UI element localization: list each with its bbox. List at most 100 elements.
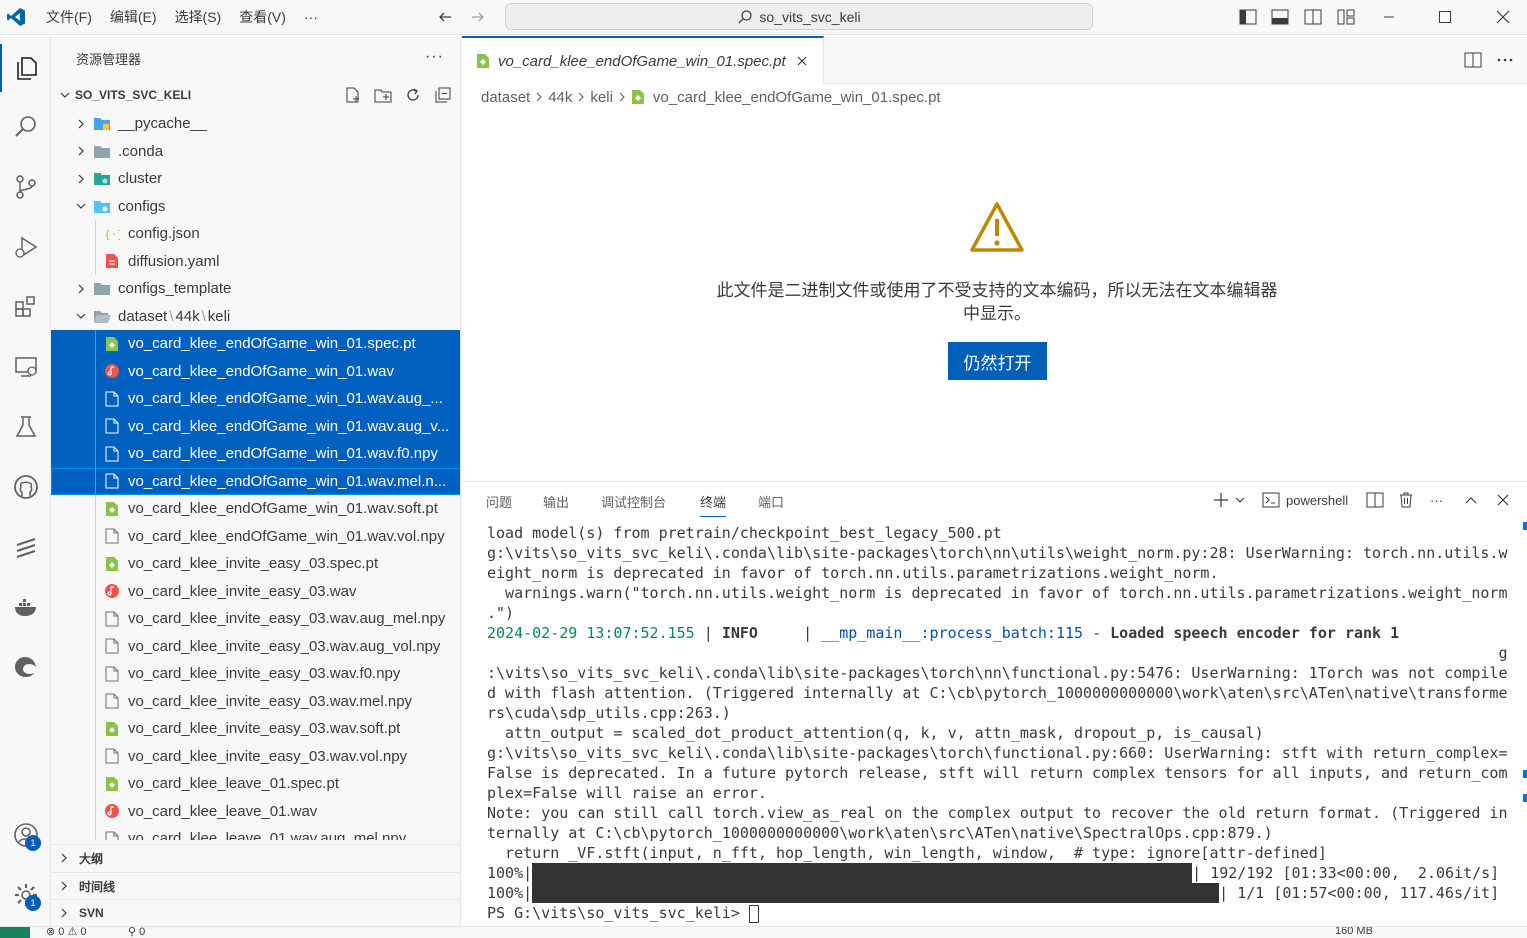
tab-output[interactable]: 输出 [543,492,569,511]
tree-file-row[interactable]: vo_card_klee_endOfGame_win_01.wav [51,357,460,385]
tree-file-row[interactable]: vo_card_klee_endOfGame_win_01.wav.vol.np… [51,522,460,550]
terminal-line: Note: you can still call torch.view_as_r… [487,804,1508,822]
toggle-panel-icon[interactable] [1270,7,1290,27]
github-icon[interactable] [0,463,51,511]
terminal-scrollbar[interactable] [1521,522,1527,922]
compact-folder-segment[interactable]: 44k [175,308,199,325]
new-file-icon[interactable] [343,85,363,105]
docker-icon[interactable] [0,583,51,631]
tree-file-row[interactable]: vo_card_klee_leave_01.wav [51,797,460,825]
tree-file-row[interactable]: vo_card_klee_endOfGame_win_01.wav.aug_v.… [51,412,460,440]
tree-file-row[interactable]: vo_card_klee_endOfGame_win_01.wav.aug_..… [51,385,460,413]
terminal-shell-selector[interactable]: powershell [1262,490,1348,510]
tree-file-row[interactable]: {·} config.json [51,220,460,248]
run-debug-icon[interactable] [0,223,51,271]
maximize-icon[interactable] [1422,0,1468,33]
yaml-icon [103,252,121,270]
breadcrumb-item[interactable]: vo_card_klee_endOfGame_win_01.spec.pt [653,89,941,106]
generic-file-icon [103,445,121,463]
tree-folder-row[interactable]: dataset \ 44k \ keli [51,303,460,331]
tree-file-row[interactable]: vo_card_klee_invite_easy_03.wav.mel.npy [51,687,460,715]
log-separator: | [694,624,722,642]
minimize-icon[interactable] [1366,0,1412,33]
split-editor-icon[interactable] [1463,50,1483,70]
tab-terminal[interactable]: 终端 [700,492,727,517]
tree-folder-row[interactable]: configs_template [51,275,460,303]
tab-debug-console[interactable]: 调试控制台 [601,492,666,511]
forward-arrow-icon[interactable] [467,6,489,28]
tree-file-row[interactable]: vo_card_klee_leave_01.wav.aug_mel.npy [51,825,460,840]
toggle-secondary-sidebar-icon[interactable] [1303,7,1323,27]
trash-icon[interactable] [1398,490,1414,510]
tree-file-row[interactable]: vo_card_klee_endOfGame_win_01.wav.mel.n.… [51,467,460,495]
sourcegraph-icon[interactable] [0,523,51,571]
tree-file-row[interactable]: vo_card_klee_endOfGame_win_01.spec.pt [51,330,460,358]
extensions-icon[interactable] [0,283,51,331]
errors-count[interactable]: ⊗ 0 ⚠ 0 [46,927,87,938]
menu-more[interactable]: ··· [302,5,320,29]
back-arrow-icon[interactable] [434,6,456,28]
maximize-panel-icon[interactable] [1464,490,1478,510]
terminal-output[interactable]: load model(s) from pretrain/checkpoint_b… [487,523,1512,923]
menu-file[interactable]: 文件(F) [44,3,94,31]
tree-file-row[interactable]: vo_card_klee_leave_01.spec.pt [51,770,460,798]
refresh-icon[interactable] [403,85,423,105]
indent-guide [95,742,96,770]
panel-more-icon[interactable]: ··· [1430,490,1443,510]
close-tab-icon[interactable] [796,55,808,67]
tree-folder-row[interactable]: .conda [51,138,460,166]
accounts-icon[interactable]: 1 [0,811,51,859]
settings-gear-icon[interactable]: 1 [0,871,51,919]
tree-file-row[interactable]: vo_card_klee_invite_easy_03.wav.vol.npy [51,742,460,770]
new-folder-icon[interactable] [373,85,393,105]
close-panel-icon[interactable] [1497,490,1509,510]
tree-file-row[interactable]: vo_card_klee_invite_easy_03.wav.aug_vol.… [51,632,460,660]
tree-file-row[interactable]: vo_card_klee_invite_easy_03.spec.pt [51,550,460,578]
tree-folder-row[interactable]: configs [51,193,460,221]
outline-section[interactable]: 大纲 [51,844,460,871]
compact-folder-segment[interactable]: keli [208,308,231,325]
explorer-icon[interactable] [0,44,51,92]
svn-section[interactable]: SVN [51,899,460,926]
remote-indicator-icon[interactable] [0,927,30,938]
tree-folder-row[interactable]: cluster [51,165,460,193]
open-anyway-button[interactable]: 仍然打开 [948,342,1047,380]
source-control-icon[interactable] [0,163,51,211]
tree-file-row[interactable]: vo_card_klee_invite_easy_03.wav [51,577,460,605]
workspace-folder-header[interactable]: SO_VITS_SVC_KELI [51,83,460,107]
command-center-search[interactable]: so_vits_svc_keli [505,3,1093,30]
memory-usage[interactable]: 160 MB [1335,927,1373,937]
toggle-primary-sidebar-icon[interactable] [1238,7,1258,27]
ports-count[interactable]: ⚲ 0 [128,927,145,938]
tree-file-row[interactable]: vo_card_klee_invite_easy_03.wav.aug_mel.… [51,605,460,633]
chevron-down-icon [73,311,89,321]
tree-folder-row[interactable]: __pycache__ [51,110,460,138]
editor-more-icon[interactable] [1495,50,1515,70]
menu-selection[interactable]: 选择(S) [173,3,224,31]
close-window-icon[interactable] [1480,0,1526,33]
search-icon[interactable] [0,103,51,151]
collapse-all-icon[interactable] [433,85,453,105]
breadcrumb-item[interactable]: dataset [481,89,530,106]
breadcrumb-item[interactable]: 44k [548,89,572,106]
tree-file-row[interactable]: vo_card_klee_invite_easy_03.wav.soft.pt [51,715,460,743]
editor-tab-active[interactable]: vo_card_klee_endOfGame_win_01.spec.pt [462,36,824,84]
tree-file-row[interactable]: vo_card_klee_invite_easy_03.wav.f0.npy [51,660,460,688]
tab-problems[interactable]: 问题 [486,492,512,511]
customize-layout-icon[interactable] [1336,7,1356,27]
edge-icon[interactable] [0,643,51,691]
testing-icon[interactable] [0,403,51,451]
timeline-section[interactable]: 时间线 [51,872,460,899]
tab-ports[interactable]: 端口 [758,492,784,511]
breadcrumb-item[interactable]: keli [590,89,613,106]
new-terminal-icon[interactable] [1212,490,1230,510]
tree-file-row[interactable]: vo_card_klee_endOfGame_win_01.wav.soft.p… [51,495,460,523]
tree-file-row[interactable]: diffusion.yaml [51,247,460,275]
menu-edit[interactable]: 编辑(E) [108,3,159,31]
tree-file-row[interactable]: vo_card_klee_endOfGame_win_01.wav.f0.npy [51,440,460,468]
chevron-down-icon[interactable] [1235,490,1245,510]
sidebar-more-button[interactable]: ··· [425,48,444,66]
split-terminal-icon[interactable] [1366,490,1384,510]
menu-view[interactable]: 查看(V) [237,3,288,31]
remote-explorer-icon[interactable] [0,343,51,391]
